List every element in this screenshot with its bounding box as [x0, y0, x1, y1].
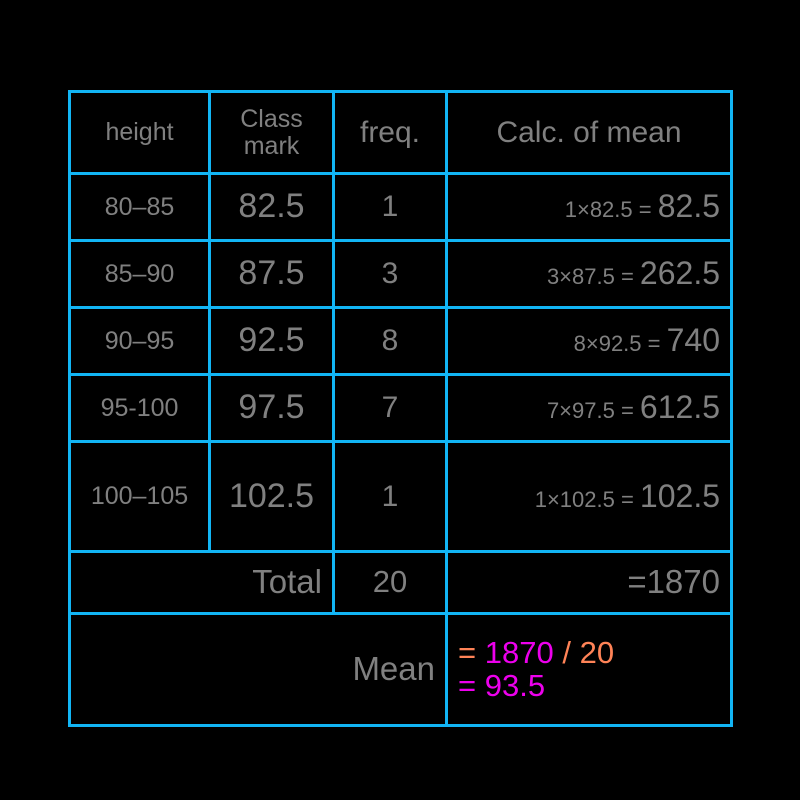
calc-expression: 1×82.5 =: [564, 197, 658, 223]
mean-row: Mean = 1870 / 20 = 93.5: [68, 612, 733, 727]
calc-product: 612.5: [639, 389, 720, 426]
cell-class-mark: 102.5: [208, 440, 335, 553]
mean-equals-1: =: [458, 634, 477, 670]
cell-calc: 3×87.5 = 262.5: [445, 239, 733, 309]
cell-height: 95-100: [68, 373, 211, 443]
total-label: Total: [68, 550, 335, 615]
calc-product: 102.5: [639, 477, 720, 514]
cell-calc: 7×97.5 = 612.5: [445, 373, 733, 443]
total-sum: =1870: [445, 550, 733, 615]
calc-expression: 8×92.5 =: [573, 331, 667, 357]
mean-label: Mean: [68, 612, 448, 727]
header-freq: freq.: [332, 90, 448, 175]
mean-equals-2: =: [458, 667, 477, 703]
cell-calc: 8×92.5 = 740: [445, 306, 733, 376]
header-height: height: [68, 90, 211, 175]
table-row: 95-100 97.5 7 7×97.5 = 612.5: [68, 373, 733, 443]
mean-result: 93.5: [484, 667, 546, 703]
header-class-mark-line1: Class: [240, 105, 303, 134]
cell-freq: 8: [332, 306, 448, 376]
calc-expression: 3×87.5 =: [546, 264, 640, 290]
table-row: 85–90 87.5 3 3×87.5 = 262.5: [68, 239, 733, 309]
total-row: Total 20 =1870: [68, 550, 733, 615]
total-frequency: 20: [332, 550, 448, 615]
header-class-mark: Class mark: [208, 90, 335, 175]
mean-divider: /: [562, 634, 571, 670]
calc-product: 740: [666, 322, 720, 359]
cell-calc: 1×82.5 = 82.5: [445, 172, 733, 242]
cell-class-mark: 87.5: [208, 239, 335, 309]
frequency-distribution-table: height Class mark freq. Calc. of mean 80…: [68, 90, 733, 727]
header-calc-of-mean: Calc. of mean: [445, 90, 733, 175]
table-row: 100–105 102.5 1 1×102.5 = 102.5: [68, 440, 733, 553]
calc-expression: 1×102.5 =: [534, 486, 640, 512]
header-class-mark-line2: mark: [243, 131, 300, 160]
table-canvas: height Class mark freq. Calc. of mean 80…: [0, 0, 800, 800]
mean-denominator: 20: [579, 634, 615, 670]
cell-class-mark: 92.5: [208, 306, 335, 376]
cell-freq: 1: [332, 440, 448, 553]
mean-numerator: 1870: [484, 634, 554, 670]
calc-product: 262.5: [639, 255, 720, 292]
cell-height: 80–85: [68, 172, 211, 242]
cell-height: 90–95: [68, 306, 211, 376]
calc-product: 82.5: [657, 188, 720, 225]
table-row: 80–85 82.5 1 1×82.5 = 82.5: [68, 172, 733, 242]
table-row: 90–95 92.5 8 8×92.5 = 740: [68, 306, 733, 376]
mean-calculation: = 1870 / 20 = 93.5: [445, 612, 733, 727]
cell-calc: 1×102.5 = 102.5: [445, 440, 733, 553]
cell-freq: 7: [332, 373, 448, 443]
calc-expression: 7×97.5 =: [546, 398, 640, 424]
cell-class-mark: 82.5: [208, 172, 335, 242]
cell-freq: 3: [332, 239, 448, 309]
cell-height: 85–90: [68, 239, 211, 309]
cell-class-mark: 97.5: [208, 373, 335, 443]
mean-result-line: = 93.5: [458, 667, 720, 703]
cell-height: 100–105: [68, 440, 211, 553]
cell-freq: 1: [332, 172, 448, 242]
mean-expression-line: = 1870 / 20: [458, 634, 720, 670]
table-header-row: height Class mark freq. Calc. of mean: [68, 90, 733, 175]
